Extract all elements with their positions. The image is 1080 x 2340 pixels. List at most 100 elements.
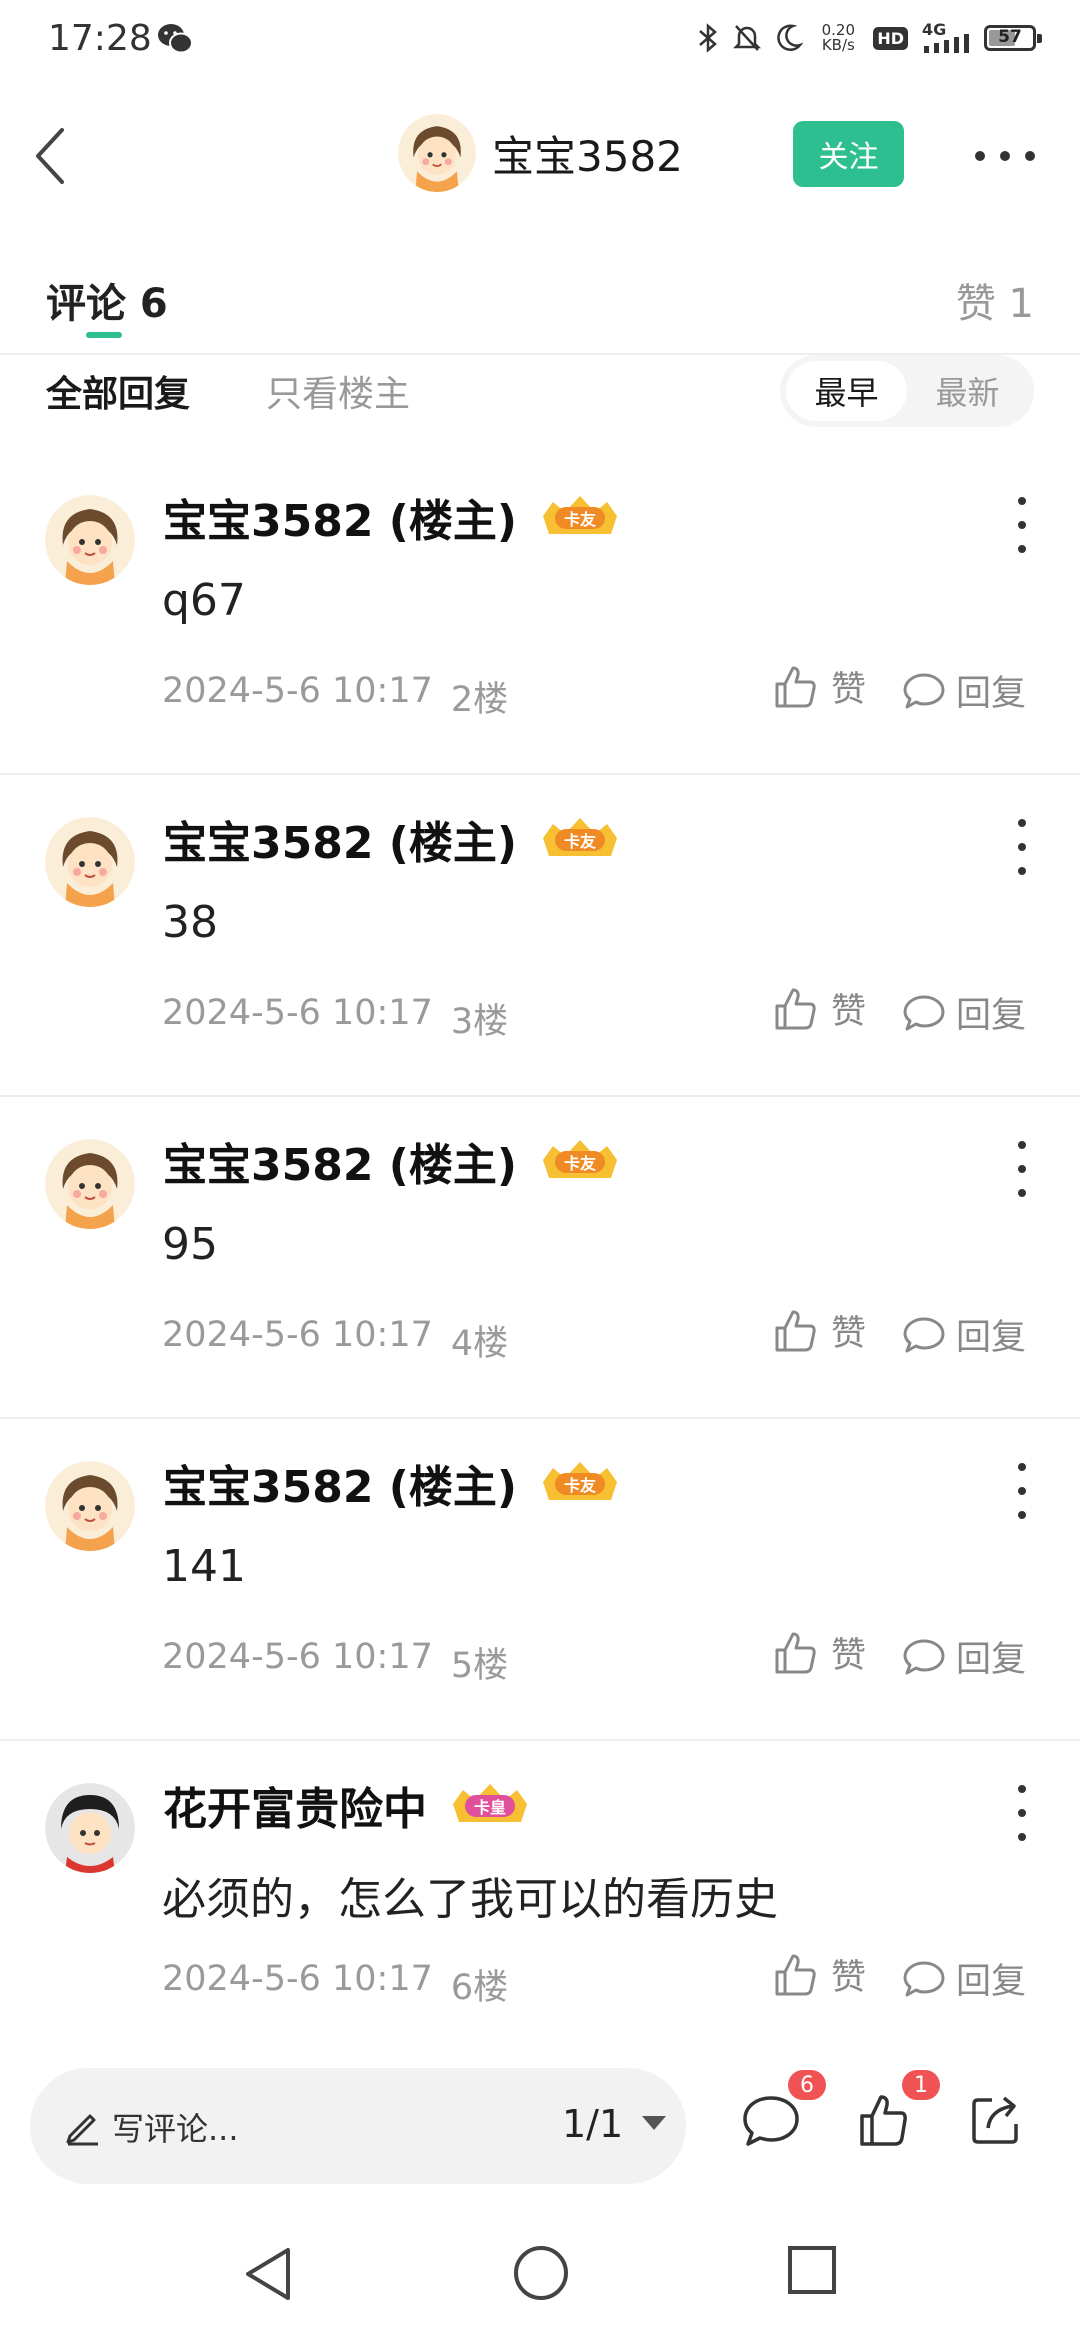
reply-button[interactable]: 回复 [902,1631,1026,1682]
commenter-avatar[interactable] [45,495,135,585]
comment-text: q67 [162,575,246,626]
comment-text: 38 [162,897,218,948]
write-comment-input[interactable]: 写评论... 1/1 [30,2068,686,2184]
comment-meta: 2024-5-6 10:17 2楼 [162,671,508,722]
author-name[interactable]: 宝宝3582 [492,123,683,184]
nav-home-icon[interactable] [512,2244,570,2302]
nav-back-icon[interactable] [240,2244,296,2304]
more-options-icon[interactable] [975,138,1035,174]
chat-bubble-icon [903,1961,945,1996]
like-count-badge: 1 [902,2070,940,2100]
thumbs-up-icon [775,1954,816,1995]
moon-icon [777,24,804,51]
like-button[interactable]: 赞 [773,1627,866,1678]
comment-more-icon[interactable] [1012,819,1032,875]
comment-more-icon[interactable] [1012,1463,1032,1519]
bottom-action-bar: 写评论... 1/1 6 1 [0,2040,1080,2200]
thumbs-up-icon[interactable] [858,2092,908,2148]
comment-time: 2024-5-6 10:17 [162,1637,433,1677]
comment-floor: 2楼 [450,680,509,720]
back-button[interactable] [22,120,92,190]
filter-row: 全部回复 只看楼主 最早 最新 [0,355,1080,435]
comment-more-icon[interactable] [1012,1785,1032,1841]
reply-button[interactable]: 回复 [902,665,1026,716]
comment-time: 2024-5-6 10:17 [162,671,433,711]
comment-time: 2024-5-6 10:17 [162,1959,433,1999]
battery-icon: 57 [984,25,1042,51]
commenter-avatar[interactable] [45,1139,135,1229]
page-dropdown-icon[interactable] [642,2116,666,2130]
like-button[interactable]: 赞 [773,1305,866,1356]
comment-item: 花开富贵险中 卡皇 必须的，怎么了我可以的看历史 2024-5-6 10:17 … [0,1743,1080,2063]
reply-button[interactable]: 回复 [902,1953,1026,2004]
commenter-name[interactable]: 宝宝3582 (楼主) [163,1129,517,1193]
like-button[interactable]: 赞 [773,661,866,712]
comment-item: 宝宝3582 (楼主) 卡友 38 2024-5-6 10:17 3楼 赞 回复 [0,777,1080,1097]
commenter-name[interactable]: 宝宝3582 (楼主) [163,1451,517,1515]
status-time: 17:28 [48,18,152,59]
hd-badge: HD [873,26,908,50]
commenter-avatar[interactable] [45,1783,135,1873]
comment-header: 宝宝3582 (楼主) 卡友 [163,807,623,871]
commenter-avatar[interactable] [45,817,135,907]
tab-active-indicator [86,332,122,338]
author-avatar[interactable] [398,114,476,192]
author-info[interactable]: 宝宝3582 [398,114,683,192]
comment-floor: 3楼 [450,1002,509,1042]
comment-meta: 2024-5-6 10:17 5楼 [162,1637,508,1688]
nav-recent-icon[interactable] [786,2244,838,2296]
commenter-name[interactable]: 宝宝3582 (楼主) [163,807,517,871]
post-header: 宝宝3582 关注 [0,100,1080,210]
page-indicator[interactable]: 1/1 [562,2102,623,2146]
comment-header: 花开富贵险中 卡皇 [163,1773,533,1837]
level-badge: 卡友 [537,1138,623,1184]
net-speed: 0.20 KB/s [821,21,856,54]
system-nav-bar [0,2200,1080,2340]
filter-all-replies[interactable]: 全部回复 [46,365,190,417]
tab-comments[interactable]: 评论 6 [46,271,168,329]
share-icon[interactable] [968,2092,1024,2148]
comment-icon[interactable] [741,2092,801,2150]
chat-bubble-icon [903,1639,945,1674]
comment-header: 宝宝3582 (楼主) 卡友 [163,1129,623,1193]
level-badge: 卡友 [537,494,623,540]
comment-item: 宝宝3582 (楼主) 卡友 95 2024-5-6 10:17 4楼 赞 回复 [0,1099,1080,1419]
commenter-avatar[interactable] [45,1461,135,1551]
comment-header: 宝宝3582 (楼主) 卡友 [163,485,623,549]
commenter-name[interactable]: 宝宝3582 (楼主) [163,485,517,549]
level-badge: 卡友 [537,1460,623,1506]
thumbs-up-icon [775,666,816,707]
sort-latest[interactable]: 最新 [907,361,1028,421]
reply-button[interactable]: 回复 [902,1309,1026,1360]
comment-text: 必须的，怎么了我可以的看历史 [162,1874,778,1925]
like-button[interactable]: 赞 [773,983,866,1034]
comment-text: 95 [162,1219,218,1270]
tab-likes[interactable]: 赞 1 [956,271,1034,329]
write-comment-placeholder: 写评论... [112,2110,239,2148]
level-badge: 卡皇 [447,1782,533,1828]
chat-bubble-icon [903,995,945,1030]
thumbs-up-icon [775,1310,816,1351]
thumbs-up-icon [775,1632,816,1673]
comment-meta: 2024-5-6 10:17 4楼 [162,1315,508,1366]
chat-bubble-icon [903,673,945,708]
filter-op-only[interactable]: 只看楼主 [266,365,410,417]
like-button[interactable]: 赞 [773,1949,866,2000]
bluetooth-icon [699,23,718,53]
wechat-icon [158,24,193,54]
tab-bar: 评论 6 赞 1 [0,265,1080,355]
sort-earliest[interactable]: 最早 [786,361,907,421]
thumbs-up-icon [775,988,816,1029]
commenter-name[interactable]: 花开富贵险中 [163,1773,427,1837]
comment-meta: 2024-5-6 10:17 6楼 [162,1959,508,2010]
comment-more-icon[interactable] [1012,1141,1032,1197]
status-bar: 17:28 0.20 KB/s HD 4G 57 [0,0,1080,84]
reply-button[interactable]: 回复 [902,987,1026,1038]
comment-time: 2024-5-6 10:17 [162,993,433,1033]
comment-header: 宝宝3582 (楼主) 卡友 [163,1451,623,1515]
comment-floor: 4楼 [450,1324,509,1364]
pencil-icon [66,2114,98,2146]
comment-floor: 5楼 [450,1646,509,1686]
follow-button[interactable]: 关注 [793,121,904,187]
comment-more-icon[interactable] [1012,497,1032,553]
